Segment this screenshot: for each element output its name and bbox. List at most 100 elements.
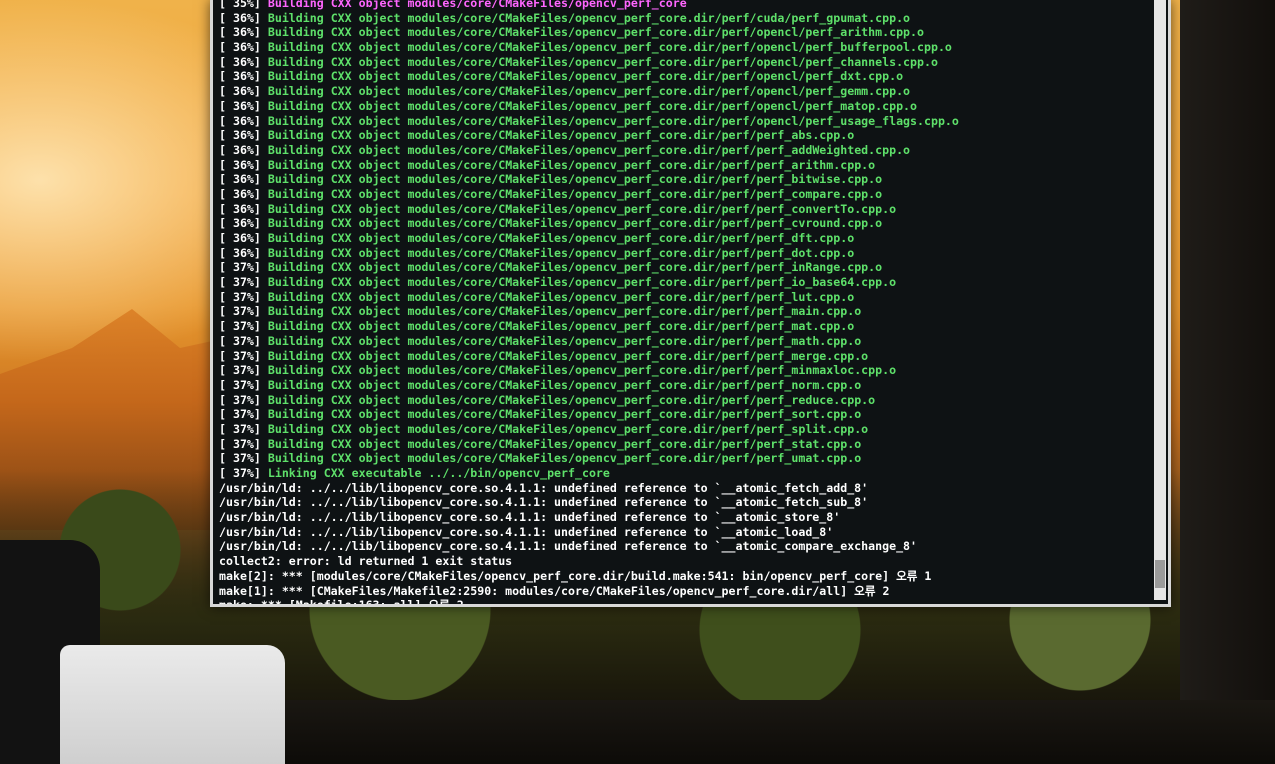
- progress-percent: [ 37%]: [219, 260, 261, 275]
- terminal-line: collect2: error: ld returned 1 exit stat…: [219, 554, 1150, 569]
- line-text: Building CXX object modules/core/CMakeFi…: [260, 157, 876, 172]
- progress-percent: [ 36%]: [219, 157, 261, 172]
- progress-percent: [ 37%]: [219, 377, 261, 392]
- terminal-line: [ 36%] Building CXX object modules/core/…: [219, 55, 1150, 70]
- line-text: Building CXX object modules/core/CMakeFi…: [260, 98, 918, 113]
- line-text: Building CXX object modules/core/CMakeFi…: [260, 172, 883, 187]
- line-text: Building CXX object modules/core/CMakeFi…: [260, 69, 904, 84]
- progress-percent: [ 35%]: [219, 0, 261, 10]
- terminal-line: [ 37%] Building CXX object modules/core/…: [219, 407, 1150, 422]
- progress-percent: [ 36%]: [219, 113, 261, 128]
- progress-percent: [ 37%]: [219, 407, 261, 422]
- terminal-line: [ 36%] Building CXX object modules/core/…: [219, 143, 1150, 158]
- terminal-line: [ 37%] Building CXX object modules/core/…: [219, 437, 1150, 452]
- terminal-line: [ 36%] Building CXX object modules/core/…: [219, 172, 1150, 187]
- terminal-line: [ 37%] Building CXX object modules/core/…: [219, 334, 1150, 349]
- line-text: Building CXX object modules/core/CMakeFi…: [260, 436, 862, 451]
- terminal-line: /usr/bin/ld: ../../lib/libopencv_core.so…: [219, 495, 1150, 510]
- progress-percent: [ 37%]: [219, 348, 261, 363]
- terminal-line: /usr/bin/ld: ../../lib/libopencv_core.so…: [219, 481, 1150, 496]
- terminal-line: [ 36%] Building CXX object modules/core/…: [219, 158, 1150, 173]
- terminal-line: [ 36%] Building CXX object modules/core/…: [219, 84, 1150, 99]
- line-text: /usr/bin/ld: ../../lib/libopencv_core.so…: [219, 510, 841, 525]
- line-text: Building CXX object modules/core/CMakeFi…: [260, 260, 883, 275]
- terminal-line: [ 36%] Building CXX object modules/core/…: [219, 231, 1150, 246]
- progress-percent: [ 36%]: [219, 245, 261, 260]
- line-text: Building CXX object modules/core/CMakeFi…: [260, 40, 952, 55]
- line-text: Building CXX object modules/core/CMakeFi…: [260, 377, 862, 392]
- progress-percent: [ 36%]: [219, 25, 261, 40]
- line-text: Building CXX object modules/core/CMakeFi…: [260, 333, 862, 348]
- line-text: Building CXX object modules/core/CMakeFi…: [260, 186, 883, 201]
- line-text: Linking CXX executable ../../bin/opencv_…: [260, 466, 610, 480]
- line-text: Building CXX object modules/core/CMakeFi…: [260, 451, 862, 466]
- line-text: Building CXX object modules/core/CMakeFi…: [260, 142, 911, 157]
- terminal-line: [ 36%] Building CXX object modules/core/…: [219, 99, 1150, 114]
- terminal-line: make[1]: *** [CMakeFiles/Makefile2:2590:…: [219, 584, 1150, 599]
- usb-plug: [60, 645, 285, 764]
- terminal-line: [ 36%] Building CXX object modules/core/…: [219, 11, 1150, 26]
- scrollbar-thumb[interactable]: [1155, 560, 1165, 588]
- progress-percent: [ 37%]: [219, 466, 261, 480]
- progress-percent: [ 37%]: [219, 421, 261, 436]
- terminal-line: [ 37%] Building CXX object modules/core/…: [219, 319, 1150, 334]
- terminal-line: /usr/bin/ld: ../../lib/libopencv_core.so…: [219, 525, 1150, 540]
- line-text: make[2]: *** [modules/core/CMakeFiles/op…: [219, 568, 932, 583]
- terminal-line: [ 36%] Building CXX object modules/core/…: [219, 69, 1150, 84]
- progress-percent: [ 36%]: [219, 10, 261, 25]
- terminal-line: [ 37%] Building CXX object modules/core/…: [219, 304, 1150, 319]
- terminal-line: [ 36%] Building CXX object modules/core/…: [219, 202, 1150, 217]
- terminal-line: [ 36%] Building CXX object modules/core/…: [219, 40, 1150, 55]
- line-text: /usr/bin/ld: ../../lib/libopencv_core.so…: [219, 495, 869, 510]
- terminal-line: make[2]: *** [modules/core/CMakeFiles/op…: [219, 569, 1150, 584]
- terminal-scrollbar[interactable]: [1154, 0, 1166, 600]
- terminal-line: [ 37%] Building CXX object modules/core/…: [219, 393, 1150, 408]
- terminal-line: [ 37%] Building CXX object modules/core/…: [219, 290, 1150, 305]
- terminal-line: [ 37%] Building CXX object modules/core/…: [219, 451, 1150, 466]
- line-text: /usr/bin/ld: ../../lib/libopencv_core.so…: [219, 539, 918, 554]
- terminal-line: [ 37%] Linking CXX executable ../../bin/…: [219, 466, 1150, 481]
- line-text: Building CXX object modules/core/CMakeFi…: [260, 128, 855, 143]
- terminal-line: [ 35%] Building CXX object modules/core/…: [219, 0, 1150, 11]
- line-text: Building CXX object modules/core/CMakeFi…: [260, 54, 938, 69]
- terminal-line: [ 37%] Building CXX object modules/core/…: [219, 422, 1150, 437]
- line-text: Building CXX object modules/core/CMakeFi…: [260, 10, 911, 25]
- terminal-line: [ 37%] Building CXX object modules/core/…: [219, 275, 1150, 290]
- terminal-line: [ 37%] Building CXX object modules/core/…: [219, 378, 1150, 393]
- line-text: Building CXX object modules/core/CMakeFi…: [260, 348, 869, 363]
- progress-percent: [ 36%]: [219, 142, 261, 157]
- line-text: Building CXX object modules/core/CMakeFi…: [260, 25, 924, 40]
- line-text: Building CXX object modules/core/CMakeFi…: [260, 275, 897, 290]
- line-text: Building CXX object modules/core/CMakeFi…: [260, 84, 911, 99]
- progress-percent: [ 36%]: [219, 84, 261, 99]
- terminal-line: [ 36%] Building CXX object modules/core/…: [219, 246, 1150, 261]
- line-text: Building CXX object modules/core/CMakeFi…: [260, 289, 855, 304]
- progress-percent: [ 36%]: [219, 186, 261, 201]
- line-text: Building CXX object modules/core/CMakeFi…: [260, 113, 959, 128]
- progress-percent: [ 37%]: [219, 275, 261, 290]
- terminal-line: [ 36%] Building CXX object modules/core/…: [219, 216, 1150, 231]
- line-text: collect2: error: ld returned 1 exit stat…: [219, 554, 513, 569]
- terminal-line: make: *** [Makefile:163: all] 오류 2: [219, 598, 1150, 607]
- terminal-line: /usr/bin/ld: ../../lib/libopencv_core.so…: [219, 539, 1150, 554]
- terminal-line: [ 37%] Building CXX object modules/core/…: [219, 349, 1150, 364]
- line-text: Building CXX object modules/core/CMakeFi…: [260, 216, 883, 231]
- progress-percent: [ 36%]: [219, 231, 261, 245]
- line-text: /usr/bin/ld: ../../lib/libopencv_core.so…: [219, 524, 834, 539]
- progress-percent: [ 36%]: [219, 216, 261, 231]
- progress-percent: [ 36%]: [219, 54, 261, 69]
- line-text: Building CXX object modules/core/CMakeFi…: [260, 245, 855, 260]
- monitor-edge: [1180, 0, 1275, 764]
- line-text: make: *** [Makefile:163: all] 오류 2: [219, 598, 464, 607]
- line-text: Building CXX object modules/core/CMakeFi…: [260, 421, 869, 436]
- line-text: Building CXX object modules/core/CMakeFi…: [260, 363, 897, 378]
- progress-percent: [ 36%]: [219, 40, 261, 55]
- progress-percent: [ 37%]: [219, 304, 261, 319]
- terminal-output: [ 35%] Building CXX object modules/core/…: [219, 0, 1150, 607]
- terminal-line: [ 36%] Building CXX object modules/core/…: [219, 128, 1150, 143]
- terminal-line: [ 37%] Building CXX object modules/core/…: [219, 260, 1150, 275]
- terminal-window[interactable]: [ 35%] Building CXX object modules/core/…: [210, 0, 1171, 607]
- line-text: Building CXX object modules/core/CMakeFi…: [260, 407, 862, 422]
- terminal-line: [ 36%] Building CXX object modules/core/…: [219, 187, 1150, 202]
- terminal-line: /usr/bin/ld: ../../lib/libopencv_core.so…: [219, 510, 1150, 525]
